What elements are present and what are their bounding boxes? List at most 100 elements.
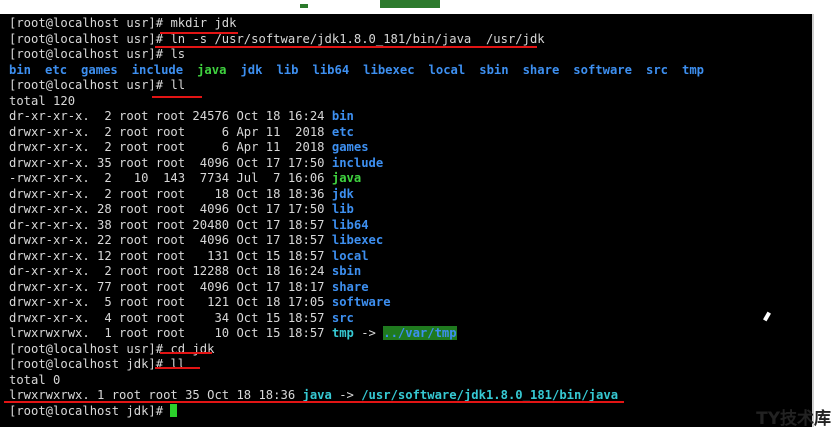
ll-row: dr-xr-xr-x. 2 root root 24576 Oct 18 16:…: [9, 109, 718, 125]
ll-row: drwxr-xr-x. 28 root root 4096 Oct 17 17:…: [9, 202, 718, 218]
total-line-jdk: total 0: [9, 372, 61, 387]
annotation-underline-ln: [155, 46, 537, 48]
ll-row: drwxr-xr-x. 22 root root 4096 Oct 17 18:…: [9, 233, 718, 249]
annotation-underline-cd: [160, 352, 212, 354]
watermark: TY技术库: [756, 409, 831, 429]
file-name: software: [331, 295, 391, 309]
file-name: tmp: [331, 326, 354, 340]
ll-row: dr-xr-xr-x. 2 root root 12288 Oct 18 16:…: [9, 264, 718, 280]
ls-item: local: [428, 62, 466, 77]
line-mkdir: [root@localhost usr]# mkdir jdk: [9, 16, 718, 32]
ll-row: -rwxr-xr-x. 2 10 143 7734 Jul 7 16:06 ja…: [9, 171, 718, 187]
link-target: ../var/tmp: [383, 326, 457, 340]
ll-row: drwxr-xr-x. 12 root root 131 Oct 15 18:5…: [9, 249, 718, 265]
line-ls: [root@localhost usr]# ls: [9, 47, 718, 63]
command-text: mkdir jdk: [170, 16, 237, 30]
ls-item: sbin: [479, 62, 509, 77]
cursor: [170, 403, 178, 417]
file-meta: lrwxrwxrwx. 1 root root 35 Oct 18 18:36: [9, 388, 303, 402]
terminal-output: [root@localhost usr]# mkdir jdk [root@lo…: [9, 16, 718, 419]
file-meta: drwxr-xr-x. 28 root root 4096 Oct 17 17:…: [9, 202, 332, 216]
ls-item: games: [81, 62, 118, 77]
ll-row: drwxr-xr-x. 2 root root 6 Apr 11 2018 et…: [9, 125, 718, 141]
prompt: [root@localhost usr]#: [9, 341, 171, 356]
prompt: [root@localhost usr]#: [9, 16, 171, 30]
ll-listing: dr-xr-xr-x. 2 root root 24576 Oct 18 16:…: [9, 109, 718, 326]
file-meta: drwxr-xr-x. 22 root root 4096 Oct 17 18:…: [9, 233, 332, 247]
prompt: [root@localhost jdk]#: [9, 357, 171, 371]
file-name: java: [331, 171, 362, 185]
screenshot-frame: [root@localhost usr]# mkdir jdk [root@lo…: [0, 0, 837, 435]
ll-row: drwxr-xr-x. 35 root root 4096 Oct 17 17:…: [9, 156, 718, 172]
link-arrow: ->: [331, 388, 362, 402]
file-name: libexec: [331, 233, 384, 247]
ll-row-tmp: lrwxrwxrwx. 1 root root 10 Oct 15 18:57 …: [9, 326, 718, 342]
file-name: src: [331, 310, 354, 325]
ls-item: libexec: [363, 62, 415, 77]
ls-item: java: [197, 62, 227, 77]
file-meta: drwxr-xr-x. 12 root root 131 Oct 15 18:5…: [9, 248, 332, 263]
line-current-prompt[interactable]: [root@localhost jdk]#: [9, 403, 718, 420]
ls-item: lib64: [312, 62, 350, 77]
ll-row: drwxr-xr-x. 4 root root 34 Oct 15 18:57 …: [9, 311, 718, 327]
annotation-underline-ll: [152, 96, 202, 98]
file-meta: drwxr-xr-x. 2 root root 6 Apr 11 2018: [9, 140, 332, 154]
ll-row: drwxr-xr-x. 2 root root 18 Oct 18 18:36 …: [9, 187, 718, 203]
file-meta: dr-xr-xr-x. 2 root root 12288 Oct 18 16:…: [9, 264, 332, 278]
ll-row: drwxr-xr-x. 77 root root 4096 Oct 17 18:…: [9, 280, 718, 296]
ls-item: lib: [276, 62, 299, 77]
ls-item: include: [131, 62, 184, 77]
ls-item: tmp: [682, 62, 705, 77]
file-name: share: [331, 279, 369, 294]
line-ll: [root@localhost usr]# ll: [9, 78, 718, 94]
file-name: jdk: [331, 186, 354, 201]
file-name: sbin: [331, 264, 362, 278]
prompt: [root@localhost usr]#: [9, 31, 171, 46]
file-name: bin: [331, 109, 354, 123]
line-cd: [root@localhost usr]# cd jdk: [9, 342, 718, 358]
prompt: [root@localhost usr]#: [9, 47, 171, 61]
command-text: ls: [170, 47, 186, 61]
file-name: lib: [331, 202, 354, 216]
line-ll-jdk: [root@localhost jdk]# ll: [9, 357, 718, 373]
file-meta: drwxr-xr-x. 77 root root 4096 Oct 17 18:…: [9, 279, 332, 294]
prompt: [root@localhost usr]#: [9, 78, 171, 92]
file-meta: dr-xr-xr-x. 2 root root 24576 Oct 18 16:…: [9, 109, 332, 123]
prompt: [root@localhost jdk]#: [9, 403, 171, 418]
ls-item: etc: [45, 62, 68, 77]
file-name: lib64: [331, 217, 369, 232]
file-name: include: [331, 155, 384, 170]
ll-row: drwxr-xr-x. 2 root root 6 Apr 11 2018 ga…: [9, 140, 718, 156]
ll-row: drwxr-xr-x. 5 root root 121 Oct 18 17:05…: [9, 295, 718, 311]
file-meta: lrwxrwxrwx. 1 root root 10 Oct 15 18:57: [9, 326, 332, 340]
file-meta: dr-xr-xr-x. 38 root root 20480 Oct 17 18…: [9, 217, 332, 232]
command-text: ll: [170, 78, 186, 92]
top-strip: [0, 0, 837, 14]
file-name: etc: [331, 124, 354, 139]
file-meta: drwxr-xr-x. 5 root root 121 Oct 18 17:05: [9, 295, 332, 309]
annotation-underline-java-link: [4, 401, 624, 403]
link-target: /usr/software/jdk1.8.0_181/bin/java: [361, 388, 619, 402]
line-ln: [root@localhost usr]# ln -s /usr/softwar…: [9, 32, 718, 48]
ls-item: src: [645, 62, 668, 77]
file-meta: drwxr-xr-x. 35 root root 4096 Oct 17 17:…: [9, 155, 332, 170]
total-line: total 120: [9, 93, 76, 108]
file-meta: drwxr-xr-x. 2 root root 18 Oct 18 18:36: [9, 186, 332, 201]
pen-cursor-icon: [763, 311, 771, 322]
ll-row: dr-xr-xr-x. 38 root root 20480 Oct 17 18…: [9, 218, 718, 234]
ls-item: jdk: [240, 62, 263, 77]
file-meta: -rwxr-xr-x. 2 10 143 7734 Jul 7 16:06: [9, 171, 332, 185]
top-strip-mark: [300, 4, 308, 8]
ls-output: bin etc games include java jdk lib lib64 libexec…: [9, 63, 718, 79]
terminal-window[interactable]: [root@localhost usr]# mkdir jdk [root@lo…: [0, 14, 814, 427]
annotation-underline-ll-jdk: [155, 367, 200, 369]
file-name: games: [331, 140, 369, 154]
top-strip-highlight: [380, 0, 440, 8]
ls-item: share: [522, 62, 560, 77]
file-meta: drwxr-xr-x. 4 root root 34 Oct 15 18:57: [9, 310, 332, 325]
annotation-underline-mkdir: [160, 32, 238, 34]
file-name: local: [331, 248, 369, 263]
ls-item: bin: [9, 62, 32, 77]
file-name: java: [302, 388, 332, 402]
file-meta: drwxr-xr-x. 2 root root 6 Apr 11 2018: [9, 124, 332, 139]
